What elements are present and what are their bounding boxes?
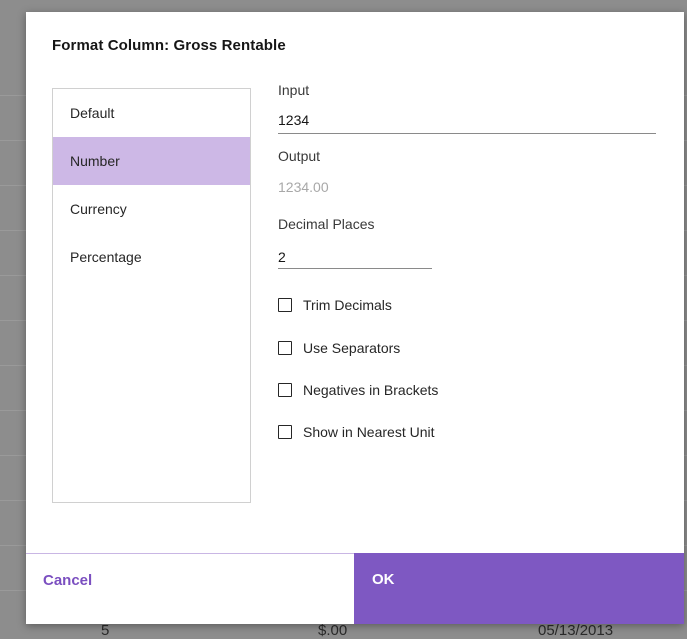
output-value: 1234.00 xyxy=(278,179,329,195)
use-separators-option[interactable]: Use Separators xyxy=(278,338,400,358)
format-column-dialog: Format Column: Gross Rentable Default Nu… xyxy=(26,12,684,624)
format-type-number[interactable]: Number xyxy=(53,137,250,185)
dialog-title: Format Column: Gross Rentable xyxy=(52,37,286,54)
format-type-default[interactable]: Default xyxy=(53,89,250,137)
show-in-nearest-unit-checkbox[interactable] xyxy=(278,425,292,439)
format-type-label: Default xyxy=(70,105,115,121)
cancel-button[interactable]: Cancel xyxy=(26,553,354,624)
background-cell-date: 05/13/2013 xyxy=(538,622,614,639)
show-in-nearest-unit-option[interactable]: Show in Nearest Unit xyxy=(278,422,435,442)
trim-decimals-option[interactable]: Trim Decimals xyxy=(278,295,392,315)
decimal-places-label: Decimal Places xyxy=(278,216,375,232)
input-label: Input xyxy=(278,82,310,98)
input-field[interactable] xyxy=(278,111,654,129)
format-type-label: Currency xyxy=(70,201,127,217)
ok-button-label: OK xyxy=(372,571,395,588)
show-in-nearest-unit-label: Show in Nearest Unit xyxy=(303,424,435,440)
format-type-list: Default Number Currency Percentage xyxy=(52,88,251,503)
ok-button[interactable]: OK xyxy=(354,553,684,624)
decimal-places-field[interactable] xyxy=(278,248,428,266)
format-type-currency[interactable]: Currency xyxy=(53,185,250,233)
negatives-in-brackets-label: Negatives in Brackets xyxy=(303,382,439,398)
cancel-button-label: Cancel xyxy=(43,572,93,589)
use-separators-label: Use Separators xyxy=(303,340,401,356)
output-label: Output xyxy=(278,148,321,164)
background-cell-id: 5 xyxy=(101,622,110,639)
negatives-in-brackets-checkbox[interactable] xyxy=(278,383,292,397)
dialog-footer: Cancel OK xyxy=(26,553,684,624)
decimal-places-underline xyxy=(278,268,432,269)
input-underline xyxy=(278,133,656,134)
trim-decimals-checkbox[interactable] xyxy=(278,298,292,312)
negatives-in-brackets-option[interactable]: Negatives in Brackets xyxy=(278,380,438,400)
format-type-percentage[interactable]: Percentage xyxy=(53,233,250,281)
trim-decimals-label: Trim Decimals xyxy=(303,297,392,313)
format-type-label: Percentage xyxy=(70,249,142,265)
format-type-label: Number xyxy=(70,153,120,169)
background-cell-amount: $.00 xyxy=(318,622,348,639)
use-separators-checkbox[interactable] xyxy=(278,341,292,355)
